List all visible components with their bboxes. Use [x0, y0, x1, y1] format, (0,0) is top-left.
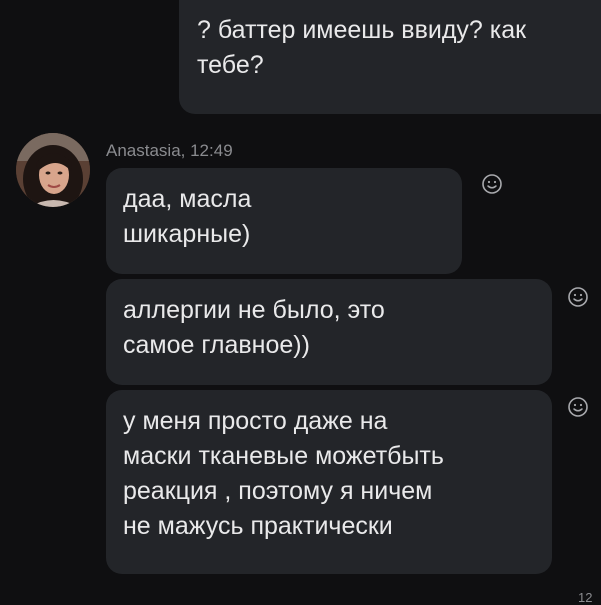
- message-text-line: самое главное)): [123, 331, 310, 359]
- smiley-reaction-icon[interactable]: [567, 286, 589, 308]
- avatar[interactable]: [16, 133, 90, 207]
- message-text-line: даа, масла: [123, 185, 252, 213]
- smiley-reaction-icon[interactable]: [481, 173, 503, 195]
- message-text-line: реакция , поэтому я ничем: [123, 477, 433, 505]
- message-text-line: ? баттер имеешь ввиду? как: [197, 16, 527, 44]
- outgoing-message-bubble[interactable]: ? баттер имеешь ввиду? как тебе?: [179, 0, 601, 114]
- incoming-message-bubble[interactable]: аллергии не было, это самое главное)): [106, 279, 552, 385]
- message-text-line: шикарные): [123, 220, 251, 248]
- message-text-line: у меня просто даже на: [123, 407, 388, 435]
- incoming-message-bubble[interactable]: у меня просто даже на маски тканевые мож…: [106, 390, 552, 574]
- sender-name-time: Anastasia, 12:49: [106, 141, 233, 160]
- avatar-image: [16, 133, 90, 207]
- message-text-line: не мажусь практически: [123, 512, 393, 540]
- message-text-line: маски тканевые можетбыть: [123, 442, 444, 470]
- next-message-meta: 12: [578, 590, 593, 605]
- incoming-message-bubble[interactable]: даа, масла шикарные): [106, 168, 462, 274]
- smiley-reaction-icon[interactable]: [567, 396, 589, 418]
- message-text-line: тебе?: [197, 51, 264, 79]
- message-text-line: аллергии не было, это: [123, 296, 385, 324]
